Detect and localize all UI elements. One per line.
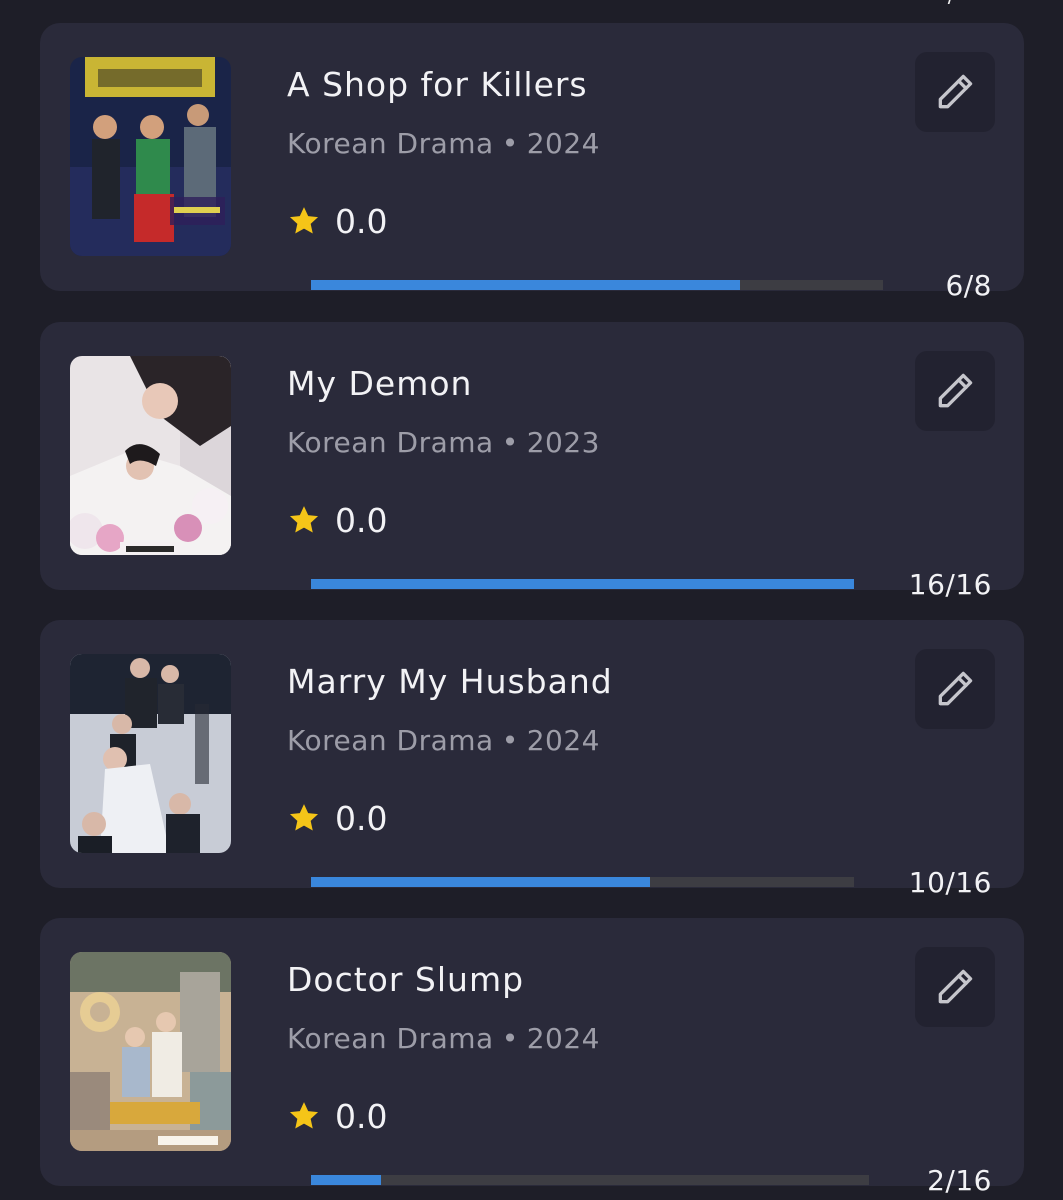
pencil-icon [938,74,973,109]
list-item[interactable]: Doctor Slump Korean Drama • 2024 0.0 2/16 [40,918,1024,1197]
episode-count: 16/16 [908,568,992,601]
episode-count: 2/16 [927,1164,992,1197]
watchlist: / A Shop for Killers Korean Drama•2024 [0,0,1063,1200]
episode-progress-fill [311,1175,381,1185]
rating-value: 0.0 [335,1096,388,1136]
edit-button[interactable] [915,351,995,431]
episode-progress-fill [311,579,854,589]
episode-progress-bar [311,1175,869,1185]
episode-count: 10/16 [908,866,992,899]
item-category: Korean Drama [287,1022,494,1055]
item-category: Korean Drama [287,724,494,757]
star-icon [289,804,319,831]
item-title: Doctor Slump [287,960,525,999]
item-year: 2023 [526,426,600,459]
poster-image [70,356,231,555]
rating: 0.0 [287,798,387,838]
meta-separator: • [501,127,519,160]
episode-progress-bar [311,877,854,887]
item-title: Marry My Husband [287,662,613,701]
poster-image [70,654,231,853]
rating-value: 0.0 [335,798,388,838]
item-title: My Demon [287,364,473,403]
rating: 0.0 [287,1096,387,1136]
list-item[interactable]: A Shop for Killers Korean Drama • 2024 0.0… [40,23,1024,302]
item-meta: Korean Drama • 2024 [287,1022,600,1055]
rating: 0.0 [287,201,387,241]
edit-button[interactable] [915,947,995,1027]
poster-image [70,952,231,1151]
episode-progress-bar [311,579,854,589]
rating: 0.0 [287,500,387,540]
item-category: Korean Drama [287,426,494,459]
item-meta: Korean Drama • 2023 [287,426,600,459]
rating-value: 0.0 [335,201,388,241]
poster-image [70,57,231,256]
item-year: 2024 [526,1022,600,1055]
previous-item-edge: / [946,0,956,4]
pencil-icon [938,969,973,1004]
star-icon [289,506,319,533]
star-icon [289,207,319,234]
rating-value: 0.0 [335,500,388,540]
item-title: A Shop for Killers [287,65,588,104]
item-year: 2024 [526,724,600,757]
meta-separator: • [501,724,519,757]
item-meta: Korean Drama • 2024 [287,724,600,757]
pencil-icon [938,373,973,408]
list-item[interactable]: My Demon Korean Drama • 2023 0.0 16/16 [40,322,1024,601]
meta-separator: • [501,426,519,459]
list-item[interactable]: Marry My Husband Korean Drama • 2024 0.0 1… [40,620,1024,899]
meta-separator: • [501,1022,519,1055]
edit-button[interactable] [915,52,995,132]
edit-button[interactable] [915,649,995,729]
star-icon [289,1102,319,1129]
episode-progress-fill [311,280,740,290]
item-category: Korean Drama [287,127,494,160]
episode-count: 6/8 [945,269,992,302]
episode-progress-bar [311,280,883,290]
episode-progress-fill [311,877,651,887]
item-year: 2024 [526,127,600,160]
pencil-icon [938,671,973,706]
item-meta: Korean Drama • 2024 [287,127,600,160]
